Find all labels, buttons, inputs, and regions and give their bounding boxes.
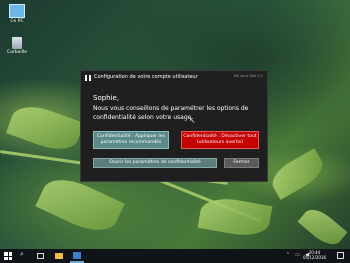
- task-view-icon[interactable]: [37, 253, 44, 259]
- recycle-bin-icon: [12, 37, 22, 49]
- privacy-setup-dialog: Configuration de votre compte utilisateu…: [80, 70, 268, 182]
- mouse-cursor-icon: ↖: [189, 116, 196, 125]
- dialog-header: Configuration de votre compte utilisateu…: [81, 71, 267, 85]
- close-button[interactable]: Fermer: [224, 158, 259, 168]
- desktop-icon-label: Ce PC: [10, 19, 24, 24]
- notifications-icon[interactable]: [337, 252, 344, 259]
- show-hidden-icons-icon[interactable]: ⌃: [286, 252, 290, 258]
- taskbar-clock[interactable]: 20:44 05/12/2016: [303, 250, 326, 260]
- search-icon[interactable]: ⌕: [20, 250, 28, 258]
- pause-icon: [85, 75, 91, 81]
- dialog-message: Nous vous conseillons de paramétrer les …: [93, 105, 249, 121]
- clock-date: 05/12/2016: [302, 255, 326, 260]
- disable-all-button[interactable]: Confidentialité : Désactiver tout (utili…: [181, 131, 259, 149]
- taskbar: ⌕ ⌃ ▭ ◀ 20:44 05/12/2016: [0, 249, 350, 263]
- apply-recommended-button[interactable]: Confidentialité : Appliquer les paramètr…: [93, 131, 169, 149]
- desktop-icon-label: Corbeille: [7, 50, 27, 55]
- windows-start-icon[interactable]: [4, 252, 12, 260]
- computer-icon: [9, 4, 25, 18]
- desktop-icon-this-pc[interactable]: Ce PC: [4, 4, 30, 25]
- dialog-greeting: Sophie,: [93, 94, 120, 102]
- network-icon[interactable]: ▭: [295, 252, 300, 258]
- store-icon[interactable]: [73, 252, 81, 259]
- desktop-icon-recycle-bin[interactable]: Corbeille: [4, 37, 30, 56]
- open-privacy-settings-button[interactable]: Ouvrir les paramètres de confidentialité: [93, 158, 217, 168]
- file-explorer-icon[interactable]: [55, 253, 63, 259]
- dialog-version: DK Asus Dell 0.1: [234, 74, 263, 78]
- dialog-title: Configuration de votre compte utilisateu…: [94, 74, 198, 80]
